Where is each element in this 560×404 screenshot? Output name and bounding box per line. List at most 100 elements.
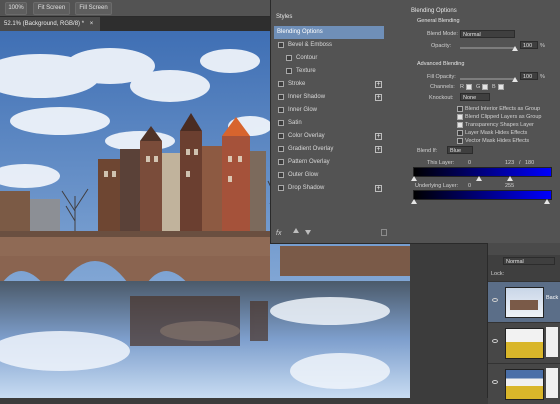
blending-options-panel: Blending Options General Blending Blend … — [407, 6, 560, 241]
layer-thumbnail — [505, 328, 544, 359]
layer-row-2[interactable] — [488, 322, 560, 363]
style-item-gradient-overlay[interactable]: Gradient Overlay + — [274, 143, 384, 156]
style-item-color-overlay[interactable]: Color Overlay + — [274, 130, 384, 143]
style-item-label: Texture — [296, 68, 316, 74]
document-tab[interactable]: 52.1% (Background, RGB/8) * × — [0, 17, 100, 31]
style-checkbox[interactable] — [286, 55, 292, 61]
advanced-option-checkbox[interactable] — [457, 106, 463, 112]
style-checkbox[interactable] — [278, 120, 284, 126]
style-item-label: Blending Options — [277, 29, 323, 35]
style-item-pattern-overlay[interactable]: Pattern Overlay — [274, 156, 384, 169]
style-item-inner-shadow[interactable]: Inner Shadow + — [274, 91, 384, 104]
advanced-option-label: Layer Mask Hides Effects — [465, 130, 528, 136]
opacity-slider-knob[interactable] — [512, 46, 518, 51]
eye-icon[interactable] — [492, 380, 498, 384]
channel-b-label: B — [492, 84, 496, 90]
eye-icon[interactable] — [492, 339, 498, 343]
layer-mask-thumbnail — [546, 327, 558, 357]
fill-screen-button[interactable]: Fill Screen — [75, 2, 112, 15]
style-item-contour[interactable]: Contour — [274, 52, 384, 65]
add-effect-plus-icon[interactable]: + — [375, 185, 382, 192]
style-item-texture[interactable]: Texture — [274, 65, 384, 78]
underlying-black-knob[interactable] — [411, 199, 417, 204]
style-item-drop-shadow[interactable]: Drop Shadow + — [274, 182, 384, 195]
knockout-select[interactable]: None — [460, 93, 490, 101]
style-item-label: Color Overlay — [288, 133, 325, 139]
trash-icon[interactable] — [381, 229, 387, 236]
style-item-inner-glow[interactable]: Inner Glow — [274, 104, 384, 117]
style-item-bevel-emboss[interactable]: Bevel & Emboss — [274, 39, 384, 52]
add-effect-plus-icon[interactable]: + — [375, 81, 382, 88]
style-item-label: Outer Glow — [288, 172, 319, 178]
layer-style-dialog: Styles Blending Options Bevel & Emboss Con… — [270, 0, 560, 244]
add-effect-plus-icon[interactable]: + — [375, 133, 382, 140]
blending-title: Blending Options — [411, 8, 457, 14]
layers-panel: Normal Lock: Back — [487, 243, 560, 404]
add-effect-plus-icon[interactable]: + — [375, 146, 382, 153]
style-checkbox[interactable] — [278, 107, 284, 113]
styles-header: Styles — [276, 14, 293, 20]
advanced-option-checkbox[interactable] — [457, 138, 463, 144]
knockout-value: None — [463, 95, 477, 101]
style-item-blending-options[interactable]: Blending Options — [274, 26, 384, 39]
layer-blend-mode-select[interactable]: Normal — [503, 257, 555, 265]
fill-opacity-input[interactable]: 100 — [520, 72, 538, 80]
add-effect-plus-icon[interactable]: + — [375, 94, 382, 101]
layer-row-background[interactable]: Back — [488, 281, 560, 322]
style-checkbox[interactable] — [278, 94, 284, 100]
layer-name: Back — [546, 295, 559, 301]
style-checkbox[interactable] — [278, 172, 284, 178]
underlying-max: 255 — [505, 183, 515, 189]
style-checkbox[interactable] — [278, 42, 284, 48]
arrow-up-icon[interactable] — [293, 228, 299, 233]
blend-if-value: Blue — [450, 148, 462, 154]
this-layer-split-knob-left[interactable] — [476, 176, 483, 181]
channel-r-checkbox[interactable] — [466, 84, 472, 90]
advanced-option-label: Blend Interior Effects as Group — [465, 106, 541, 112]
style-item-label: Contour — [296, 55, 318, 61]
document-tab-title: 52.1% (Background, RGB/8) * — [4, 21, 85, 27]
advanced-option-checkbox[interactable] — [457, 122, 463, 128]
style-item-stroke[interactable]: Stroke + — [274, 78, 384, 91]
zoom-100-button[interactable]: 100% — [5, 2, 27, 15]
style-checkbox[interactable] — [278, 185, 284, 191]
layers-toolbar — [488, 243, 560, 255]
close-icon[interactable]: × — [90, 21, 94, 27]
style-checkbox[interactable] — [278, 146, 284, 152]
channel-b-checkbox[interactable] — [498, 84, 504, 90]
style-checkbox[interactable] — [278, 81, 284, 87]
eye-icon[interactable] — [492, 298, 498, 302]
layer-thumbnail — [505, 287, 544, 318]
blend-mode-label: Blend Mode: — [427, 31, 458, 37]
style-checkbox[interactable] — [278, 133, 284, 139]
this-layer-label: This Layer: — [427, 160, 455, 166]
this-layer-sep: / — [519, 160, 521, 166]
this-layer-black-knob[interactable] — [411, 176, 417, 181]
arrow-down-icon[interactable] — [305, 230, 311, 235]
style-checkbox[interactable] — [278, 159, 284, 165]
style-item-satin[interactable]: Satin — [274, 117, 384, 130]
underlying-white-knob[interactable] — [544, 199, 550, 204]
blend-if-select[interactable]: Blue — [447, 146, 473, 154]
blend-mode-select[interactable]: Normal — [460, 30, 515, 38]
style-item-label: Inner Glow — [288, 107, 318, 113]
this-layer-min: 0 — [468, 160, 472, 166]
advanced-option-checkbox[interactable] — [457, 130, 463, 136]
style-item-label: Satin — [288, 120, 302, 126]
this-layer-ramp[interactable] — [413, 167, 552, 177]
underlying-layer-ramp[interactable] — [413, 190, 552, 200]
opacity-slider[interactable] — [460, 47, 515, 49]
this-layer-split-knob-right[interactable] — [506, 176, 513, 181]
fx-icon[interactable]: fx — [276, 230, 281, 237]
advanced-option-checkbox[interactable] — [457, 114, 463, 120]
fill-opacity-slider[interactable] — [460, 78, 515, 80]
style-item-outer-glow[interactable]: Outer Glow — [274, 169, 384, 182]
fill-opacity-slider-knob[interactable] — [512, 77, 518, 82]
fit-screen-button[interactable]: Fit Screen — [33, 2, 70, 15]
underlying-layer-label: Underlying Layer: — [415, 183, 459, 189]
fill-opacity-label: Fill Opacity: — [427, 74, 456, 80]
style-checkbox[interactable] — [286, 68, 292, 74]
channel-g-checkbox[interactable] — [482, 84, 488, 90]
this-layer-max: 180 — [525, 160, 535, 166]
opacity-input[interactable]: 100 — [520, 41, 538, 49]
